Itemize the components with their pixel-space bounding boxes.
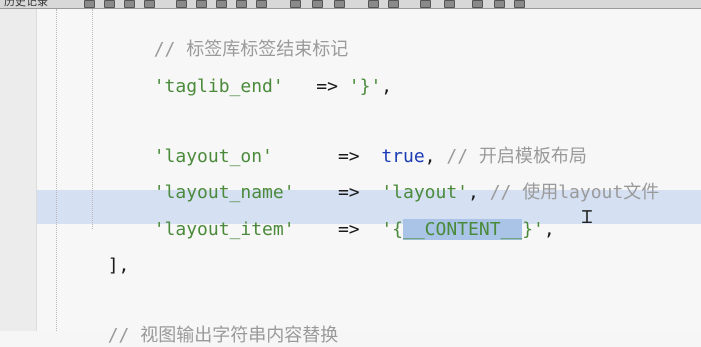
code-line-taglib-end[interactable]: 'taglib_end' => '}', (132, 54, 392, 98)
window-icon[interactable] (368, 0, 379, 8)
array-key: 'taglib_end' (153, 76, 284, 97)
array-close-bracket: ], (107, 255, 130, 276)
code-line-view-comment[interactable]: // 视图输出字符串内容替换 (86, 303, 339, 347)
selected-text[interactable]: __CONTENT__ (403, 219, 523, 240)
mouse-ibeam-cursor-icon: Ɪ (582, 207, 593, 228)
paste-icon[interactable] (256, 0, 267, 8)
string-value: '}' (348, 76, 382, 97)
open-icon[interactable] (104, 0, 115, 8)
document-icon[interactable] (444, 0, 455, 8)
bookmark-icon[interactable] (290, 0, 301, 8)
save-icon[interactable] (124, 0, 135, 8)
arrow-operator: => (316, 76, 338, 97)
comma: , (543, 219, 555, 240)
comma: , (381, 76, 393, 97)
stop-icon[interactable] (420, 0, 431, 8)
indent-guide (92, 9, 93, 229)
line-gutter[interactable] (0, 9, 37, 331)
code-line-layout-item[interactable]: 'layout_item' => '{__CONTENT__}', (132, 197, 555, 241)
array-key: 'layout_item' (153, 219, 295, 240)
help-icon[interactable] (514, 0, 525, 8)
toolbar: 历史记录 (0, 0, 701, 9)
settings-icon[interactable] (334, 0, 345, 8)
indent-guide (56, 9, 57, 331)
run-icon[interactable] (312, 0, 323, 8)
save-all-icon[interactable] (144, 0, 155, 8)
redo-icon[interactable] (216, 0, 227, 8)
copy-icon[interactable] (236, 0, 247, 8)
panel-icon[interactable] (494, 0, 505, 8)
code-line-array-close[interactable]: ], (86, 233, 130, 277)
arrow-operator: => (337, 219, 360, 240)
history-tab-label[interactable]: 历史记录 (4, 0, 48, 8)
string-open: '{ (381, 219, 403, 240)
find-icon[interactable] (176, 0, 187, 8)
new-file-icon[interactable] (84, 0, 95, 8)
split-icon[interactable] (388, 0, 399, 8)
undo-icon[interactable] (196, 0, 207, 8)
layout-icon[interactable] (472, 0, 483, 8)
comment: // 视图输出字符串内容替换 (107, 325, 339, 346)
string-close: }' (522, 219, 544, 240)
